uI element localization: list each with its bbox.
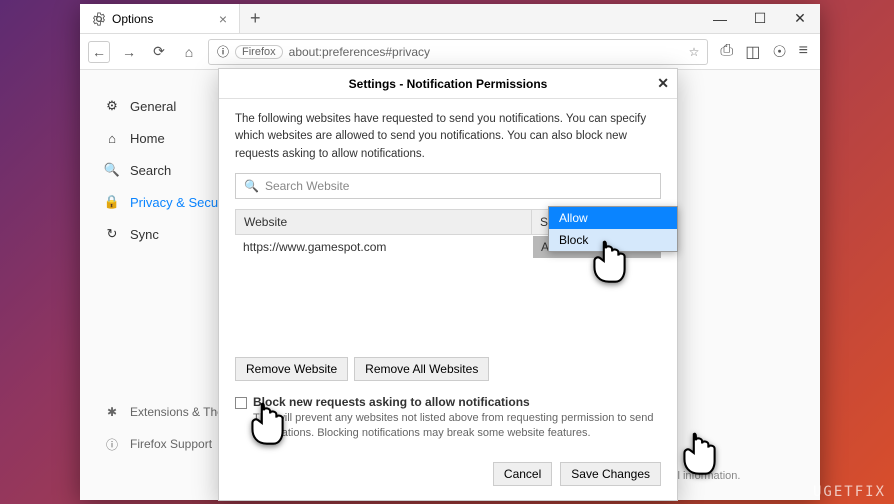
new-tab-button[interactable]: + [240,8,271,29]
account-icon[interactable]: ☉ [772,42,786,62]
checkbox-label: Block new requests asking to allow notif… [253,395,661,409]
minimize-button[interactable]: — [700,4,740,34]
lock-icon: 🔒 [104,194,120,210]
search-icon: 🔍 [104,162,120,178]
dropdown-option-allow[interactable]: Allow [549,207,677,229]
urlbar: ← → ⟳ ⌂ ⓘ Firefox about:preferences#priv… [80,34,820,70]
sidebar-item-label: Sync [130,227,159,242]
sidebar-item-label: Search [130,163,171,178]
sidebar-item-label: General [130,99,176,114]
home-icon: ⌂ [104,130,120,146]
sidebar-item-label: Privacy & Security [130,195,228,210]
forward-button[interactable]: → [118,41,140,63]
url-input[interactable]: ⓘ Firefox about:preferences#privacy ☆ [208,39,708,65]
library-icon[interactable]: ⎙ [720,42,733,62]
notification-permissions-dialog: Settings - Notification Permissions ✕ Th… [218,68,678,501]
menu-icon[interactable]: ≡ [799,42,808,62]
search-placeholder: Search Website [265,179,350,193]
puzzle-icon: ✱ [104,404,120,420]
save-changes-button[interactable]: Save Changes [560,462,661,486]
cell-website: https://www.gamespot.com [235,240,533,254]
window-controls: — ☐ ✕ [700,4,820,34]
bookmark-star-icon[interactable]: ☆ [689,45,700,59]
remove-all-websites-button[interactable]: Remove All Websites [354,357,489,381]
sidebar-item-label: Home [130,131,165,146]
remove-website-button[interactable]: Remove Website [235,357,348,381]
firefox-icon: ⓘ [217,43,229,60]
gear-icon: ⚙ [104,98,120,114]
search-icon: 🔍 [244,179,259,193]
tab-title: Options [112,12,153,26]
preferences-sidebar: ⚙ General ⌂ Home 🔍 Search 🔒 Privacy & Se… [80,70,240,500]
url-text: about:preferences#privacy [289,45,430,59]
header-website[interactable]: Website [236,210,532,234]
back-button[interactable]: ← [88,41,110,63]
close-tab-icon[interactable]: × [219,11,227,27]
close-window-button[interactable]: ✕ [780,4,820,34]
url-badge: Firefox [235,45,283,59]
cancel-button[interactable]: Cancel [493,462,552,486]
dialog-intro: The following websites have requested to… [235,111,661,163]
sidebar-toggle-icon[interactable]: ◫ [745,42,760,62]
gear-icon [92,12,106,26]
dialog-titlebar: Settings - Notification Permissions ✕ [219,69,677,99]
titlebar: Options × + — ☐ ✕ [80,4,820,34]
search-website-input[interactable]: 🔍 Search Website [235,173,661,199]
dropdown-option-block[interactable]: Block [549,229,677,251]
browser-tab[interactable]: Options × [80,4,240,33]
status-dropdown-menu: Allow Block [548,206,678,252]
home-button[interactable]: ⌂ [178,41,200,63]
help-icon: ⓘ [104,436,120,452]
close-dialog-button[interactable]: ✕ [657,75,669,92]
sync-icon: ↻ [104,226,120,242]
block-new-requests-row: Block new requests asking to allow notif… [235,395,661,442]
checkbox-description: This will prevent any websites not liste… [253,411,661,442]
sidebar-item-label: Extensions & Themes [130,405,228,419]
watermark: UGETFIX [813,484,886,500]
sidebar-item-label: Firefox Support [130,437,212,451]
dialog-title-text: Settings - Notification Permissions [349,77,548,91]
maximize-button[interactable]: ☐ [740,4,780,34]
block-new-requests-checkbox[interactable] [235,397,247,409]
reload-button[interactable]: ⟳ [148,41,170,63]
